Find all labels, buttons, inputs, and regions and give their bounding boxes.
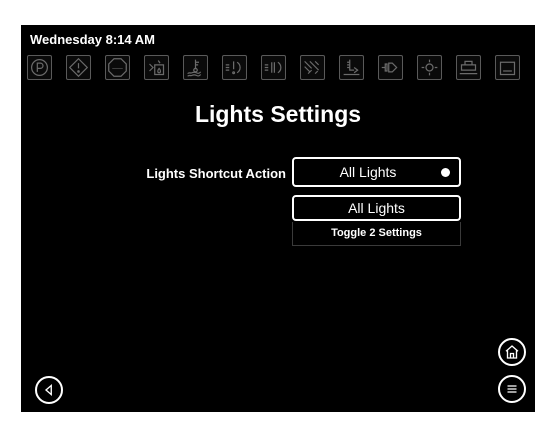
check-engine-icon (378, 55, 403, 80)
right-turn-signal-icon (261, 55, 286, 80)
lights-shortcut-select[interactable]: All Lights (292, 157, 461, 187)
parking-brake-icon (27, 55, 52, 80)
dropdown-list: All Lights Toggle 2 Settings (292, 195, 461, 250)
option-toggle-2-settings[interactable]: Toggle 2 Settings (292, 222, 461, 246)
warning-icon (66, 55, 91, 80)
menu-button[interactable] (498, 375, 526, 403)
selected-indicator-icon (441, 168, 450, 177)
menu-icon (507, 385, 517, 393)
select-value: All Lights (339, 164, 397, 180)
back-button[interactable] (35, 376, 63, 404)
screen: Wednesday 8:14 AM Lights Settings Lights… (21, 25, 535, 412)
level-gauge-icon (339, 55, 364, 80)
slide-out-icon (456, 55, 481, 80)
back-icon (44, 384, 52, 396)
setting-label: Lights Shortcut Action (146, 166, 286, 181)
option-all-lights[interactable]: All Lights (292, 195, 461, 221)
page-title: Lights Settings (194, 101, 362, 127)
engine-temp-icon (183, 55, 208, 80)
left-turn-signal-icon (222, 55, 247, 80)
home-icon (505, 345, 519, 359)
stop-icon (105, 55, 130, 80)
light-indicator-icon (417, 55, 442, 80)
water-heater-icon (144, 55, 169, 80)
awning-icon (495, 55, 520, 80)
seatbelt-icon (300, 55, 325, 80)
home-button[interactable] (498, 338, 526, 366)
datetime: Wednesday 8:14 AM (30, 32, 155, 47)
indicator-bar (27, 55, 529, 81)
